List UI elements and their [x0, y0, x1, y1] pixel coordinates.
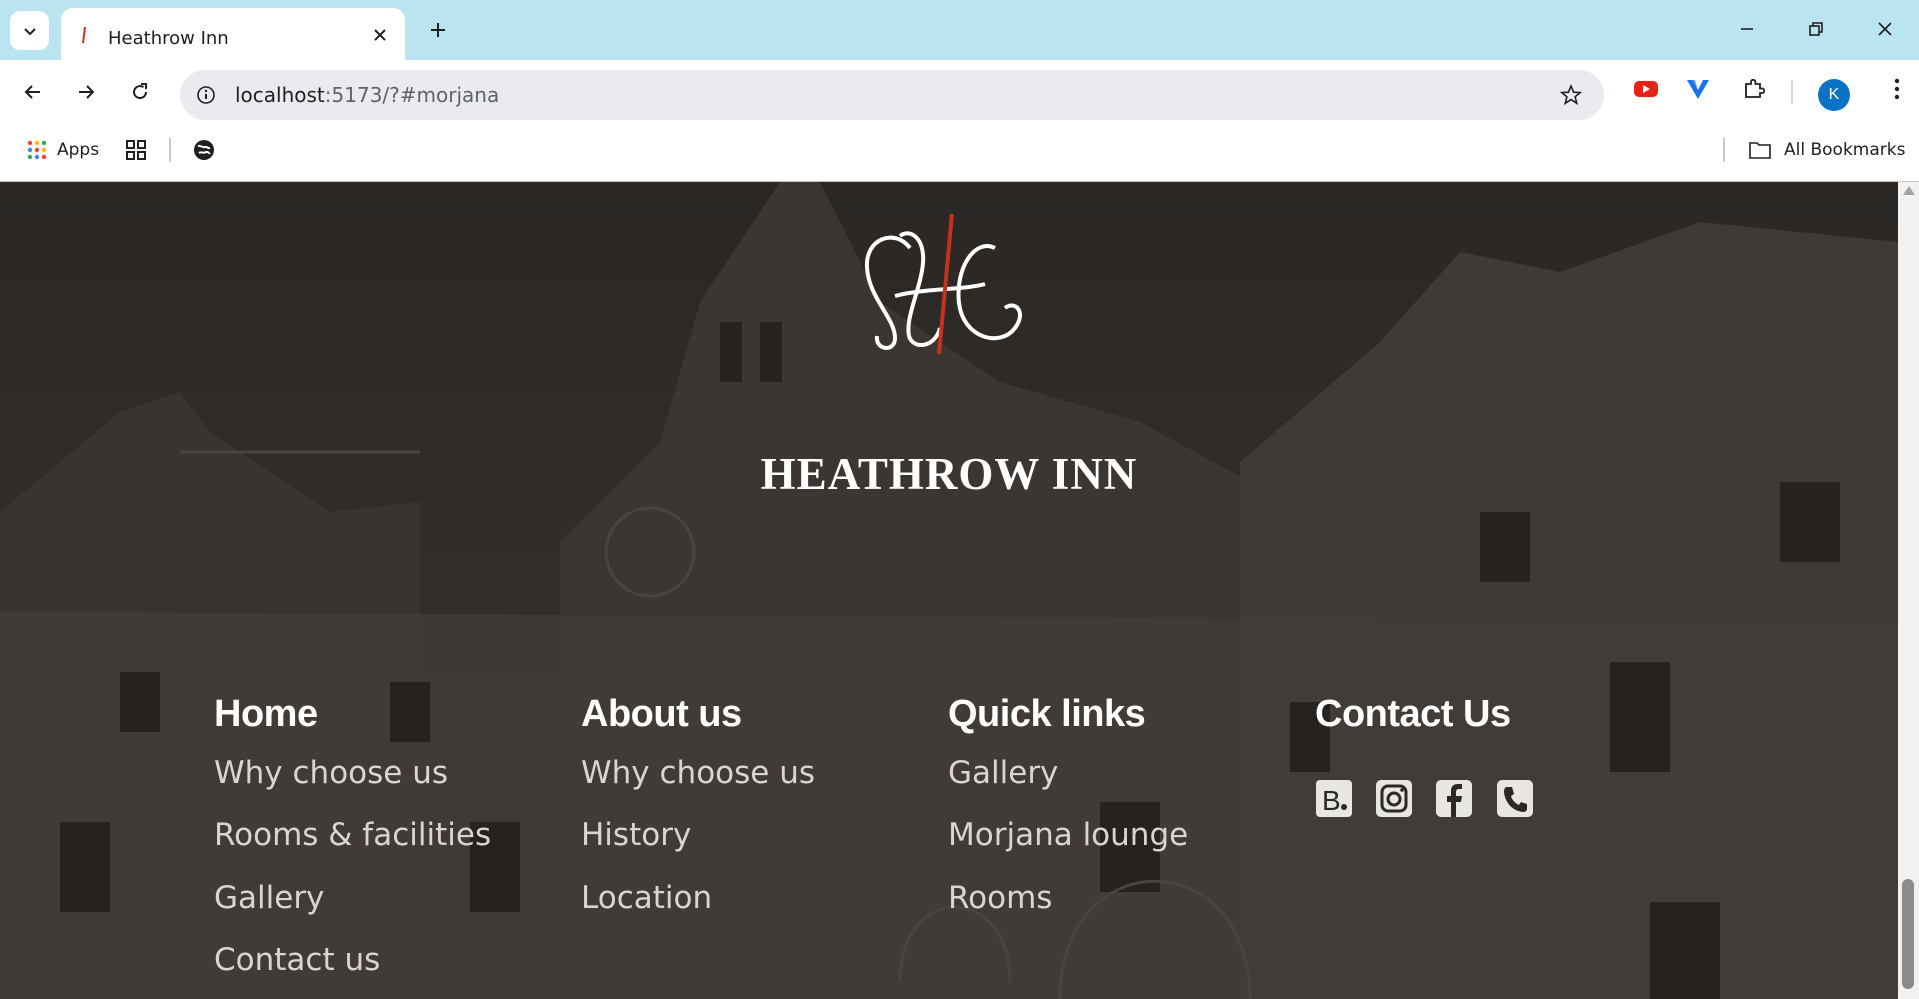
v-extension-icon[interactable]: [1682, 73, 1714, 105]
tab-groups-icon: [126, 140, 146, 160]
footer-column-contact: Contact Us: [1315, 693, 1511, 736]
page-scrollbar[interactable]: [1898, 182, 1919, 999]
arrow-right-icon: [79, 85, 95, 99]
svg-text:B: B: [1322, 785, 1341, 816]
minimize-button[interactable]: [1724, 12, 1770, 46]
bookmark-apps-label: Apps: [57, 140, 100, 160]
tab-search-button[interactable]: [10, 11, 49, 50]
scrollbar-thumb[interactable]: [1902, 879, 1914, 989]
scroll-up-arrow-icon[interactable]: [1903, 186, 1915, 195]
apps-grid-icon: [27, 140, 47, 160]
menu-kebab-icon[interactable]: [1881, 73, 1913, 105]
arrow-left-icon: [24, 85, 40, 99]
footer-link[interactable]: Rooms: [948, 880, 1052, 916]
footer-link[interactable]: Gallery: [948, 755, 1058, 791]
all-bookmarks-button[interactable]: All Bookmarks: [1748, 136, 1905, 164]
plus-icon: [431, 23, 445, 37]
page-viewport: HEATHROW INN Home Why choose us Rooms & …: [0, 182, 1898, 999]
footer-column-quick-links: Quick links Gallery Morjana lounge Rooms: [948, 693, 1188, 916]
footer-link[interactable]: Rooms & facilities: [214, 817, 491, 853]
restore-icon: [1809, 22, 1823, 36]
extensions-puzzle-icon[interactable]: [1738, 73, 1770, 105]
footer-heading-home[interactable]: Home: [214, 693, 318, 736]
footer-column-about: About us Why choose us History Location: [581, 693, 815, 916]
toolbar-separator: [1791, 80, 1793, 104]
close-icon: [374, 29, 386, 41]
footer-heading-about[interactable]: About us: [581, 693, 742, 736]
footer-link[interactable]: Morjana lounge: [948, 817, 1188, 853]
footer-heading-quick-links: Quick links: [948, 693, 1146, 735]
footer-link[interactable]: Location: [581, 880, 712, 916]
site-info-icon[interactable]: [194, 83, 218, 107]
tab-title: Heathrow Inn: [108, 28, 229, 49]
footer-link[interactable]: Gallery: [214, 880, 324, 916]
all-bookmarks-label: All Bookmarks: [1784, 140, 1906, 160]
bookmark-tab-groups[interactable]: [125, 136, 147, 164]
reload-icon: [133, 83, 148, 100]
footer-heading-contact: Contact Us: [1315, 693, 1511, 735]
bookmark-separator: [1723, 138, 1725, 162]
forward-button[interactable]: [68, 74, 104, 110]
tab-active[interactable]: Heathrow Inn: [61, 8, 405, 60]
folder-icon: [1749, 142, 1771, 159]
close-icon: [1878, 22, 1892, 36]
hotel-logo: [864, 213, 1022, 355]
back-button[interactable]: [15, 74, 51, 110]
tab-close-button[interactable]: [369, 24, 391, 46]
restore-button[interactable]: [1793, 12, 1839, 46]
footer-link[interactable]: History: [581, 817, 691, 853]
brand-name: HEATHROW INN: [760, 449, 1138, 499]
site-favicon-icon: [82, 26, 86, 44]
instagram-icon[interactable]: [1375, 778, 1413, 819]
address-bar[interactable]: localhost:5173/?#morjana: [180, 70, 1604, 120]
tab-strip: Heathrow Inn: [0, 0, 1919, 60]
phone-icon[interactable]: [1496, 778, 1534, 819]
minimize-icon: [1741, 28, 1753, 30]
browser-toolbar: localhost:5173/?#morjana: [0, 60, 1919, 182]
chevron-down-icon: [23, 27, 36, 35]
reload-button[interactable]: [122, 74, 158, 110]
footer-link[interactable]: Why choose us: [581, 755, 815, 791]
globe-icon: [194, 140, 214, 160]
facebook-icon[interactable]: [1435, 778, 1473, 819]
footer-link[interactable]: Contact us: [214, 942, 380, 978]
bookmark-globe[interactable]: [193, 136, 215, 164]
profile-avatar[interactable]: K: [1818, 79, 1850, 111]
bookmark-star-icon[interactable]: [1558, 82, 1584, 108]
booking-icon[interactable]: B: [1315, 778, 1353, 819]
close-window-button[interactable]: [1862, 12, 1908, 46]
new-tab-button[interactable]: [425, 17, 451, 43]
footer-column-home: Home Why choose us Rooms & facilities Ga…: [214, 693, 491, 978]
bookmark-separator: [169, 138, 171, 162]
youtube-extension-icon[interactable]: [1630, 73, 1662, 105]
bookmark-apps[interactable]: Apps: [27, 136, 99, 164]
url-text: localhost:5173/?#morjana: [235, 83, 500, 107]
footer-link[interactable]: Why choose us: [214, 755, 448, 791]
